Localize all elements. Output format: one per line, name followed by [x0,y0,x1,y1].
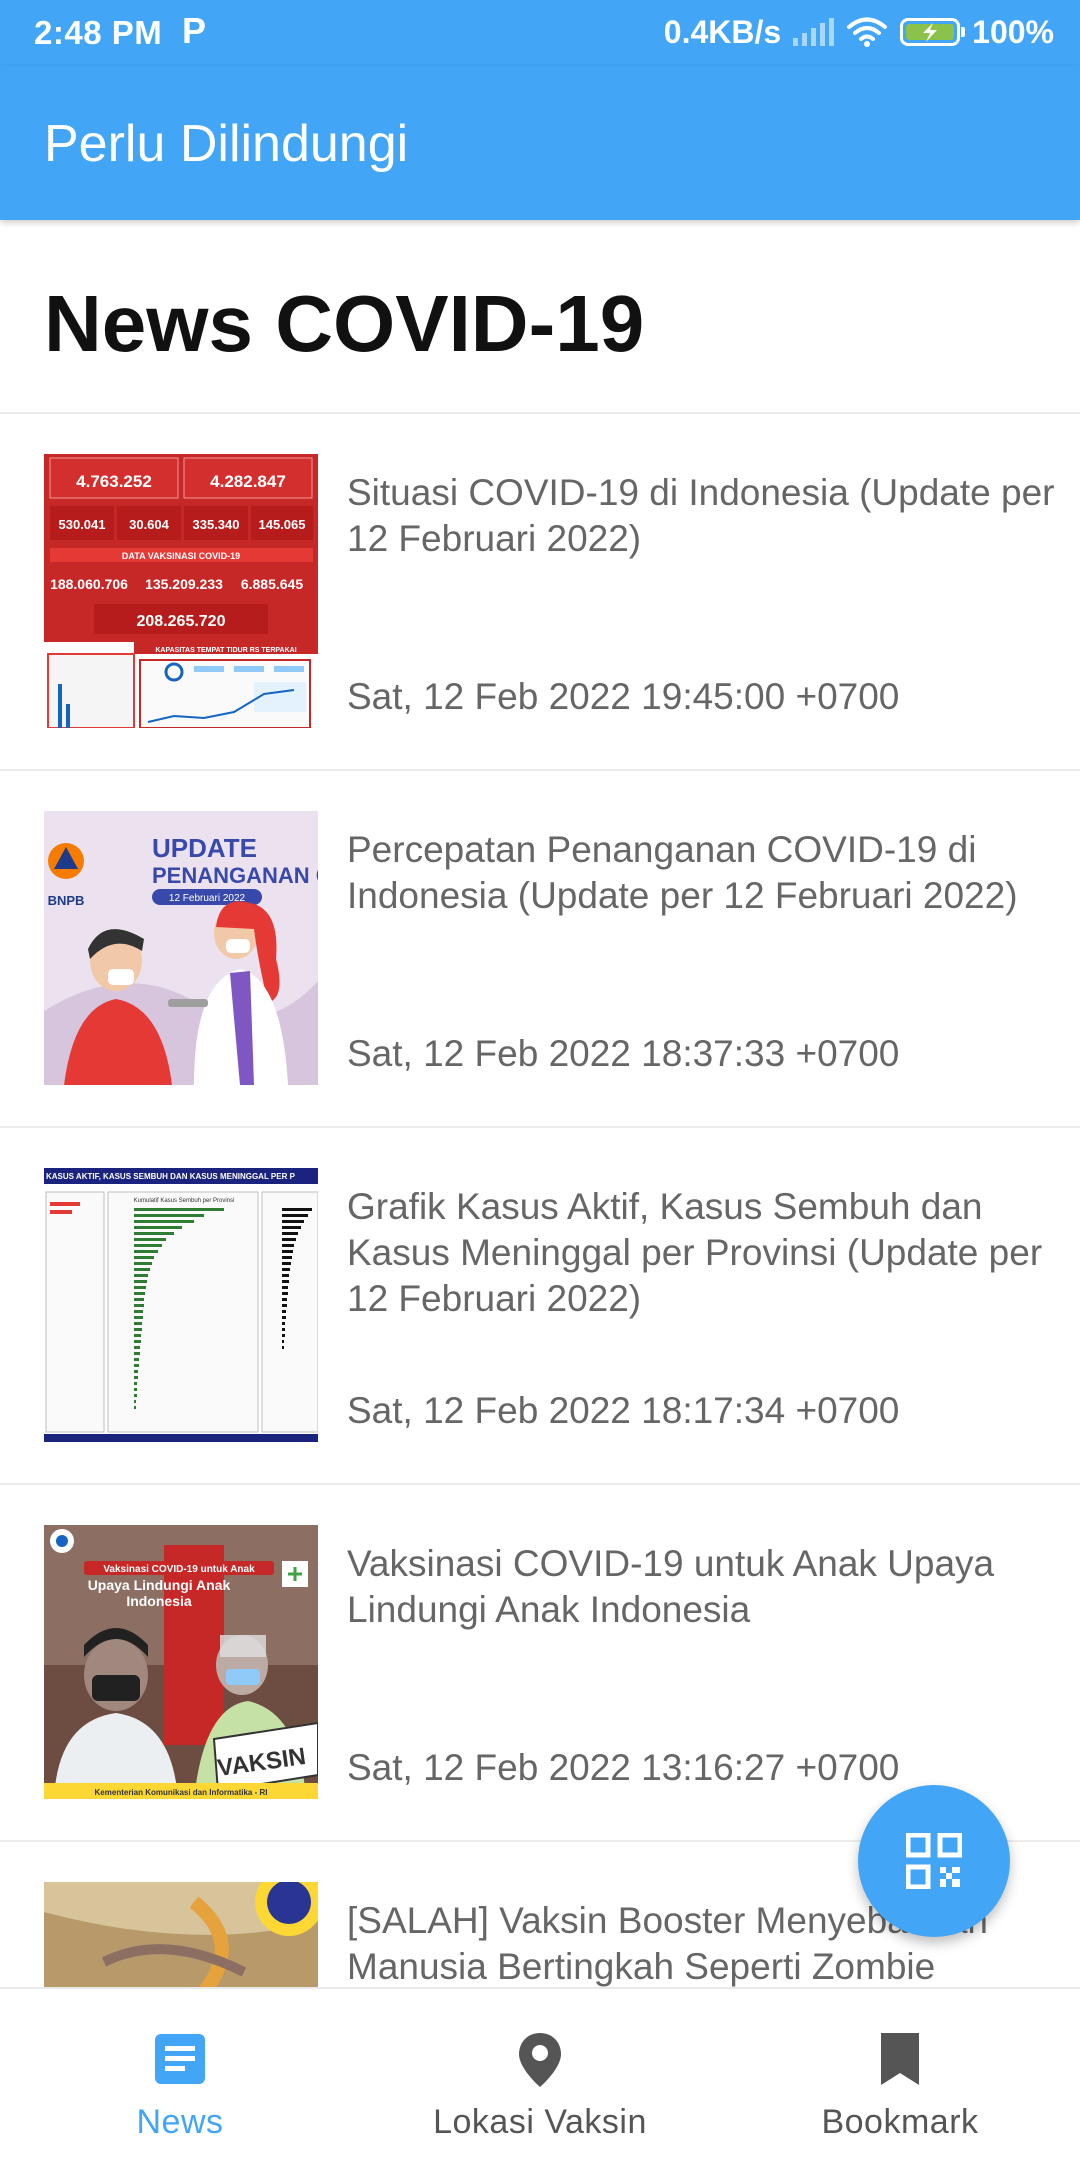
qr-code-icon [906,1833,962,1889]
app-title: Perlu Dilindungi [44,115,409,173]
signal-icon [793,18,835,46]
nav-label: Bookmark [821,2103,979,2141]
thumb-footer: Kementerian Komunikasi dan Informatika -… [95,1788,268,1797]
thumb-stat: 145.065 [259,517,306,532]
net-speed: 0.4KB/s [663,13,782,50]
news-title: Grafik Kasus Aktif, Kasus Sembuh dan Kas… [347,1186,1043,1319]
qr-scan-button[interactable] [858,1785,1010,1937]
thumb-stat: 30.604 [129,517,170,532]
news-thumbnail [44,1882,318,1987]
thumb-stat: 6.885.645 [241,576,303,592]
battery-icon [900,18,966,46]
thumb-stat: 4.763.252 [76,472,152,491]
nav-label: News [136,2103,224,2141]
screen: 2:48 PM P 0.4KB/s 100% Perlu Dilindungi … [0,0,1080,2160]
news-thumbnail: Vaksinasi COVID-19 untuk Anak Upaya Lind… [44,1525,318,1799]
nav-label: Lokasi Vaksin [433,2103,647,2141]
news-title: Situasi COVID-19 di Indonesia (Update pe… [347,472,1055,559]
notification-p-icon: P [182,10,207,51]
thumb-headline: Upaya Lindungi Anak Indonesia [87,1577,231,1609]
news-date: Sat, 12 Feb 2022 18:37:33 +0700 [347,1033,900,1074]
news-thumbnail: BNPB UPDATE PENANGANAN COV 12 Februari 2… [44,811,318,1085]
thumb-stat: 530.041 [59,517,106,532]
news-thumbnail: 4.763.252 4.282.847 530.041 30.604 335.3… [44,454,318,728]
thumb-band: DATA VAKSINASI COVID-19 [122,551,240,561]
thumb-heading: UPDATE [152,833,257,863]
wifi-icon [847,17,888,47]
news-item[interactable]: 4.763.252 4.282.847 530.041 30.604 335.3… [0,412,1080,769]
thumb-org: BNPB [48,893,85,908]
thumb-tag: Vaksinasi COVID-19 untuk Anak [103,1564,255,1575]
nav-item-news[interactable]: News [0,1989,360,2160]
thumb-chart-title: Kumulatif Kasus Sembuh per Provinsi [134,1198,235,1204]
status-right: 0.4KB/s 100% [664,12,1054,52]
app-bar: Perlu Dilindungi [0,66,1080,220]
thumb-stat: 335.340 [193,517,240,532]
news-item[interactable]: BNPB UPDATE PENANGANAN COV 12 Februari 2… [0,769,1080,1126]
thumb-stat: 135.209.233 [145,576,223,592]
news-item[interactable]: KASUS AKTIF, KASUS SEMBUH DAN KASUS MENI… [0,1126,1080,1483]
news-thumbnail: KASUS AKTIF, KASUS SEMBUH DAN KASUS MENI… [44,1168,318,1442]
status-bar: 2:48 PM P 0.4KB/s 100% [0,0,1080,66]
news-title: Percepatan Penanganan COVID-19 di Indone… [347,829,1018,916]
thumb-stat: 188.060.706 [50,576,128,592]
battery-percent: 100% [972,13,1054,50]
nav-item-bookmark[interactable]: Bookmark [720,1989,1080,2160]
thumb-stat: 208.265.720 [137,613,226,630]
bottom-navigation: News Lokasi Vaksin Bookmark [0,1987,1080,2160]
section-title: News COVID-19 [44,279,645,368]
news-date: Sat, 12 Feb 2022 13:16:27 +0700 [347,1747,900,1788]
nav-item-lokasi-vaksin[interactable]: Lokasi Vaksin [360,1989,720,2160]
news-date: Sat, 12 Feb 2022 18:17:34 +0700 [347,1390,900,1431]
thumb-header: KASUS AKTIF, KASUS SEMBUH DAN KASUS MENI… [46,1172,296,1181]
news-title: Vaksinasi COVID-19 untuk Anak Upaya Lind… [347,1543,995,1630]
thumb-heading: PENANGANAN COV [152,863,318,888]
news-date: Sat, 12 Feb 2022 19:45:00 +0700 [347,676,900,717]
news-list[interactable]: 4.763.252 4.282.847 530.041 30.604 335.3… [0,412,1080,1987]
bookmark-icon [881,2033,919,2085]
thumb-stat: 4.282.847 [210,472,286,491]
location-pin-icon [519,2033,561,2087]
news-icon [155,2034,205,2084]
thumb-band: KAPASITAS TEMPAT TIDUR RS TERPAKAI [155,647,296,654]
status-time: 2:48 PM [34,14,163,51]
